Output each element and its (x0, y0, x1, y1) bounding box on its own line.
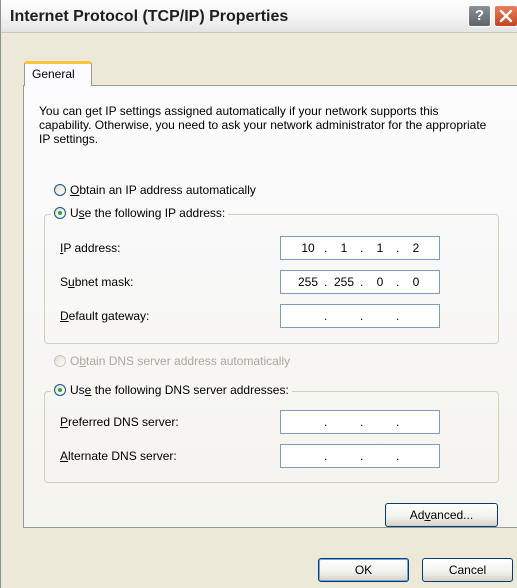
obtain-dns-auto-radio-circle[interactable] (54, 355, 66, 367)
obtain-ip-auto-radio[interactable]: Obtain an IP address automatically (54, 183, 256, 197)
preferred-dns-field[interactable]: . . . (280, 410, 440, 434)
question-mark-icon: ? (474, 7, 485, 24)
alternate-dns-field[interactable]: . . . (280, 444, 440, 468)
use-following-ip-radio[interactable]: Use the following IP address: (51, 206, 229, 220)
subnet-octet-1[interactable]: 255 (293, 275, 323, 289)
use-following-ip-radio-circle[interactable] (54, 207, 66, 219)
intro-text: You can get IP settings assigned automat… (39, 104, 487, 146)
ip-address-field[interactable]: 10 . 1 . 1 . 2 (280, 236, 440, 260)
advanced-button-label: Advanced... (409, 508, 474, 522)
help-button[interactable]: ? (468, 5, 491, 27)
alternate-dns-label: Alternate DNS server: (60, 449, 177, 463)
subnet-octet-3[interactable]: 0 (365, 275, 395, 289)
subnet-octet-4[interactable]: 0 (401, 275, 431, 289)
advanced-button[interactable]: Advanced... (385, 503, 498, 527)
ip-address-label: IP address: (60, 241, 121, 255)
cancel-button[interactable]: Cancel (422, 558, 513, 582)
cancel-button-label: Cancel (448, 563, 487, 577)
use-following-ip-label: Use the following IP address: (70, 206, 226, 220)
ip-octet-4[interactable]: 2 (401, 241, 431, 255)
default-gateway-field[interactable]: . . . (280, 304, 440, 328)
subnet-mask-field[interactable]: 255 . 255 . 0 . 0 (280, 270, 440, 294)
ip-octet-1[interactable]: 10 (293, 241, 323, 255)
tab-general[interactable]: General (24, 61, 92, 86)
dns-server-group (44, 391, 499, 483)
obtain-ip-auto-label: Obtain an IP address automatically (70, 183, 256, 197)
preferred-dns-label: Preferred DNS server: (60, 415, 179, 429)
subnet-octet-2[interactable]: 255 (329, 275, 359, 289)
ip-octet-3[interactable]: 1 (365, 241, 395, 255)
obtain-dns-auto-radio[interactable]: Obtain DNS server address automatically (54, 354, 290, 368)
title-bar[interactable]: Internet Protocol (TCP/IP) Properties ? (1, 0, 517, 33)
close-icon (499, 9, 513, 23)
default-gateway-label: Default gateway: (60, 309, 150, 323)
dialog-window: Internet Protocol (TCP/IP) Properties ? … (0, 0, 517, 588)
obtain-dns-auto-label: Obtain DNS server address automatically (70, 354, 291, 368)
use-following-dns-label: Use the following DNS server addresses: (70, 383, 289, 397)
use-following-dns-radio-circle[interactable] (54, 384, 66, 396)
ok-button[interactable]: OK (318, 558, 409, 582)
tab-general-label: General (32, 67, 75, 81)
close-button[interactable] (494, 5, 517, 27)
use-following-dns-radio[interactable]: Use the following DNS server addresses: (51, 383, 292, 397)
ip-octet-2[interactable]: 1 (329, 241, 359, 255)
obtain-ip-auto-radio-circle[interactable] (54, 184, 66, 196)
ok-button-label: OK (354, 563, 373, 577)
window-title: Internet Protocol (TCP/IP) Properties (10, 8, 289, 25)
subnet-mask-label: Subnet mask: (60, 275, 134, 289)
